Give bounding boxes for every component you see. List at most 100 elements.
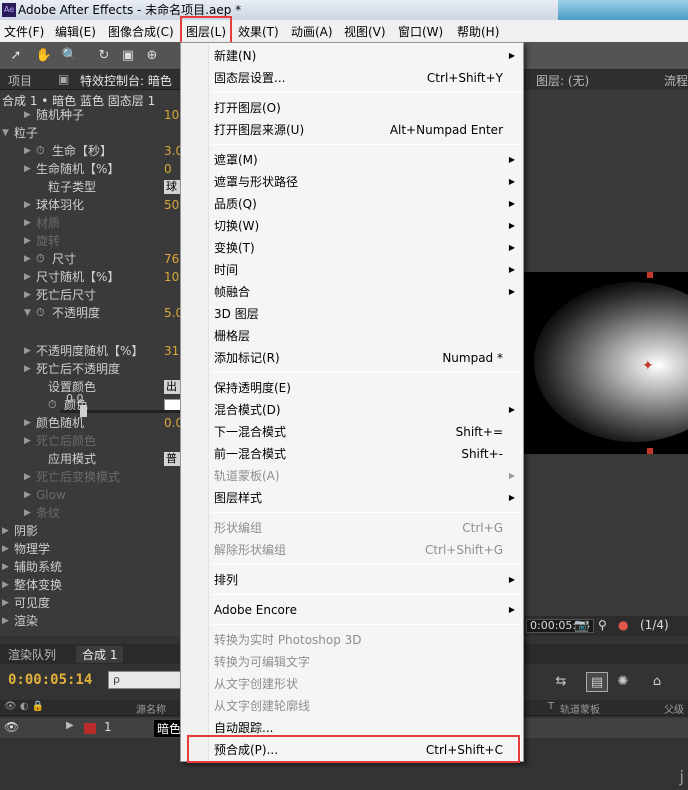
menu-item[interactable]: 遮罩(M) ▶ <box>181 149 523 171</box>
menu-item[interactable]: 3D 图层 <box>181 303 523 325</box>
zoom-tool-icon[interactable]: 🔍 <box>60 46 80 66</box>
effect-property-row[interactable]: ▶ 死亡后颜色 <box>0 432 182 450</box>
twirl-arrow-icon[interactable]: ▶ <box>2 522 9 540</box>
menu-item[interactable]: 切换(W) ▶ <box>181 215 523 237</box>
tab-project[interactable]: 项目 <box>8 72 32 89</box>
effect-property-row[interactable]: 应用模式普 <box>0 450 184 468</box>
twirl-arrow-icon[interactable]: ▶ <box>24 414 31 432</box>
menu-item[interactable]: 栅格层 <box>181 325 523 347</box>
twirl-arrow-icon[interactable]: ▶ <box>24 432 31 450</box>
twirl-arrow-icon[interactable]: ▶ <box>66 720 74 731</box>
composition-canvas[interactable]: ✦ <box>524 272 688 454</box>
twirl-arrow-icon[interactable]: ▶ <box>24 268 31 286</box>
effect-property-row[interactable]: ▶ 死亡后尺寸 <box>0 286 182 304</box>
effect-property-row[interactable]: ▶ 死亡后变换模式 <box>0 468 182 486</box>
column-parent[interactable]: 父级 <box>664 701 684 716</box>
visibility-eye-icon[interactable]: 👁 <box>4 720 19 734</box>
effect-property-row[interactable]: 粒子类型球 <box>0 178 184 196</box>
selection-tool-icon[interactable]: ➚ <box>6 46 26 66</box>
twirl-arrow-icon[interactable]: ▶ <box>24 142 31 160</box>
effect-property-row[interactable]: ▶ 物理学 <box>0 540 182 558</box>
effect-property-row[interactable]: ▶ 不透明度随机【%】 31. <box>0 342 183 360</box>
hand-tool-icon[interactable]: ✋ <box>34 46 54 66</box>
menu-window[interactable]: 窗口(W) <box>398 23 443 40</box>
twirl-arrow-icon[interactable]: ▶ <box>2 540 9 558</box>
menu-item[interactable]: 图层样式 ▶ <box>181 487 523 509</box>
twirl-arrow-icon[interactable]: ▶ <box>24 160 31 178</box>
timecode[interactable]: 0:00:05:14 <box>8 672 92 688</box>
twirl-arrow-icon[interactable]: ▶ <box>2 576 9 594</box>
menu-item[interactable]: 帧融合 ▶ <box>181 281 523 303</box>
effect-property-row[interactable]: 设置颜色出 <box>0 378 184 396</box>
effect-property-row[interactable]: ▶ 死亡后不透明度 <box>0 360 182 378</box>
menu-item[interactable]: Adobe Encore ▶ <box>181 599 523 621</box>
camera-tool-icon[interactable]: ▣ <box>118 46 138 66</box>
opacity-slider[interactable] <box>60 405 180 417</box>
menu-composition[interactable]: 图像合成(C) <box>108 23 174 40</box>
twirl-arrow-icon[interactable]: ▶ <box>24 286 31 304</box>
menu-item[interactable]: 变换(T) ▶ <box>181 237 523 259</box>
menu-item[interactable]: 保持透明度(E) <box>181 377 523 399</box>
menu-effect[interactable]: 效果(T) <box>238 23 279 40</box>
twirl-arrow-icon[interactable]: ▶ <box>2 612 9 630</box>
effect-property-row[interactable]: ▼ 粒子 <box>0 124 182 142</box>
twirl-arrow-icon[interactable]: ▶ <box>24 232 31 250</box>
timeline-search-input[interactable]: ρ <box>108 671 182 689</box>
menu-file[interactable]: 文件(F) <box>4 23 44 40</box>
twirl-arrow-icon[interactable]: ▶ <box>24 360 31 378</box>
twirl-arrow-icon[interactable]: ▶ <box>24 196 31 214</box>
menu-animation[interactable]: 动画(A) <box>291 23 333 40</box>
twirl-arrow-icon[interactable]: ▶ <box>24 504 31 522</box>
menu-item[interactable]: 新建(N) ▶ <box>181 45 523 67</box>
stopwatch-icon[interactable]: ⏱ <box>36 304 45 322</box>
tab-effect-controls[interactable]: 特效控制台: 暗色 <box>80 72 172 89</box>
effect-property-row[interactable]: ▶ 旋转 <box>0 232 182 250</box>
column-source-name[interactable]: 源名称 <box>136 701 166 716</box>
rotate-tool-icon[interactable]: ↻ <box>94 46 114 66</box>
twirl-arrow-icon[interactable]: ▶ <box>2 594 9 612</box>
effect-property-row[interactable]: ▶ 条纹 <box>0 504 182 522</box>
menu-item[interactable]: 品质(Q) ▶ <box>181 193 523 215</box>
lock-icon[interactable]: ▣ <box>58 72 69 86</box>
effect-property-row[interactable]: ▼ ⏱ 不透明度 5.0 <box>0 304 183 322</box>
effect-property-row[interactable]: ▶ 尺寸随机【%】 100 <box>0 268 187 286</box>
twirl-arrow-icon[interactable]: ▶ <box>24 342 31 360</box>
menu-item[interactable]: 打开图层(O) <box>181 97 523 119</box>
anchor-point-icon[interactable]: ✦ <box>642 358 654 374</box>
slider-knob[interactable] <box>80 405 87 417</box>
show-snapshot-icon[interactable]: ⚲ <box>598 618 607 632</box>
tab-layer[interactable]: 图层: (无) <box>536 72 589 89</box>
effect-property-row[interactable]: ▶ ⏱ 生命【秒】 3.0 <box>0 142 183 160</box>
column-track-matte[interactable]: 轨道蒙板 <box>560 701 600 716</box>
effect-property-row[interactable]: ▶ 随机种子 100 <box>0 106 187 124</box>
effect-property-row[interactable]: ▶ Glow <box>0 486 182 504</box>
effect-property-row[interactable]: ▶ ⏱ 尺寸 76. <box>0 250 183 268</box>
effect-property-row[interactable]: ▶ 渲染 <box>0 612 182 630</box>
pan-behind-tool-icon[interactable]: ⊕ <box>142 46 162 66</box>
menu-item[interactable]: 打开图层来源(U) Alt+Numpad Enter <box>181 119 523 141</box>
menu-item[interactable]: 添加标记(R) Numpad * <box>181 347 523 369</box>
twirl-arrow-icon[interactable]: ▶ <box>24 214 31 232</box>
layer-handle-bottom[interactable] <box>647 448 653 454</box>
twirl-arrow-icon[interactable]: ▶ <box>2 558 9 576</box>
menu-edit[interactable]: 编辑(E) <box>55 23 96 40</box>
draft-3d-icon[interactable]: ⇆ <box>550 672 572 692</box>
menu-item[interactable]: 下一混合模式 Shift+= <box>181 421 523 443</box>
effect-property-row[interactable]: ▶ 颜色随机 0.0 <box>0 414 183 432</box>
menu-item[interactable]: 前一混合模式 Shift+- <box>181 443 523 465</box>
menu-item[interactable]: 时间 ▶ <box>181 259 523 281</box>
menu-item[interactable]: 混合模式(D) ▶ <box>181 399 523 421</box>
effect-property-row[interactable]: ▶ 辅助系统 <box>0 558 182 576</box>
tab-comp-1[interactable]: 合成 1 <box>76 646 124 663</box>
menu-view[interactable]: 视图(V) <box>344 23 386 40</box>
motion-blur-icon[interactable]: ✺ <box>612 672 634 692</box>
stopwatch-icon[interactable]: ⏱ <box>48 396 57 414</box>
twirl-arrow-icon[interactable]: ▼ <box>2 124 9 142</box>
effect-property-row[interactable]: ▶ 生命随机【%】 0 <box>0 160 182 178</box>
layer-label-color[interactable] <box>84 723 96 734</box>
stopwatch-icon[interactable]: ⏱ <box>36 142 45 160</box>
resolution-dropdown[interactable]: (1/4) <box>640 618 669 632</box>
graph-editor-icon[interactable]: ⌂ <box>646 672 668 692</box>
effect-property-row[interactable]: ▶ 整体变换 <box>0 576 182 594</box>
snapshot-icon[interactable]: 📷 <box>574 618 589 632</box>
